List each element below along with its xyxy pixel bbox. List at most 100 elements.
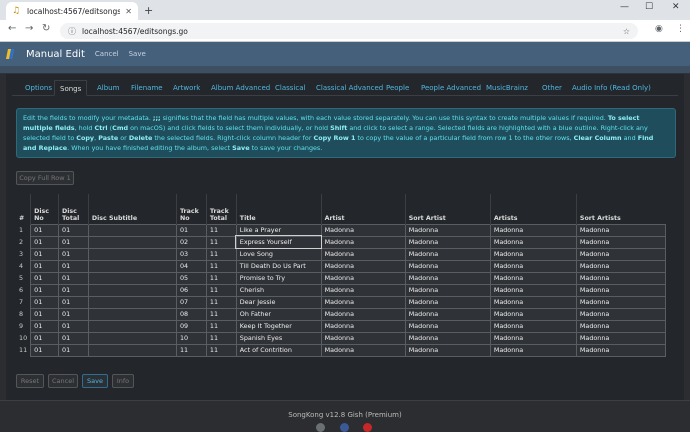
menu-dots-icon[interactable]: ⋮ xyxy=(676,24,685,34)
info-button[interactable]: Info xyxy=(112,374,134,388)
tab-album-advanced[interactable]: Album Advanced xyxy=(206,80,275,96)
title-cell[interactable]: Till Death Do Us Part xyxy=(235,259,322,273)
artists-cell[interactable]: Madonna xyxy=(489,307,577,321)
artist-cell[interactable]: Madonna xyxy=(320,235,406,249)
artists-cell[interactable]: Madonna xyxy=(489,283,577,297)
track-no-cell[interactable]: 08 xyxy=(175,307,207,321)
disc-no-cell[interactable]: 01 xyxy=(30,343,60,357)
track-total-cell[interactable]: 11 xyxy=(205,271,237,285)
artist-cell[interactable]: Madonna xyxy=(320,331,406,345)
track-total-cell[interactable]: 11 xyxy=(205,307,237,321)
col-header-disc-subtitle[interactable]: Disc Subtitle xyxy=(87,194,177,224)
disc-total-cell[interactable]: 01 xyxy=(58,247,89,261)
disc-no-cell[interactable]: 01 xyxy=(30,307,60,321)
disc-no-cell[interactable]: 01 xyxy=(30,223,60,237)
youtube-icon[interactable] xyxy=(363,423,372,432)
new-tab-icon[interactable]: + xyxy=(144,4,153,17)
disc-no-cell[interactable]: 01 xyxy=(30,331,60,345)
track-no-cell[interactable]: 11 xyxy=(175,343,207,357)
profile-icon[interactable]: ◉ xyxy=(655,24,663,34)
tab-classical-advanced[interactable]: Classical Advanced xyxy=(311,80,388,96)
back-icon[interactable]: ← xyxy=(8,23,16,34)
sort-artist-cell[interactable]: Madonna xyxy=(404,223,491,237)
track-no-cell[interactable]: 01 xyxy=(175,223,207,237)
artists-cell[interactable]: Madonna xyxy=(489,295,577,309)
disc-subtitle-cell[interactable] xyxy=(87,283,177,297)
title-cell[interactable]: Love Song xyxy=(235,247,322,261)
tab-musicbrainz[interactable]: MusicBrainz xyxy=(481,80,533,96)
sort-artists-cell[interactable]: Madonna xyxy=(575,259,667,273)
disc-subtitle-cell[interactable] xyxy=(87,331,177,345)
save-button[interactable]: Save xyxy=(82,374,108,388)
disc-total-cell[interactable]: 01 xyxy=(58,307,89,321)
tab-artwork[interactable]: Artwork xyxy=(168,80,205,96)
artists-cell[interactable]: Madonna xyxy=(489,247,577,261)
artist-cell[interactable]: Madonna xyxy=(320,271,406,285)
title-cell[interactable]: Promise to Try xyxy=(235,271,322,285)
tab-audio-info[interactable]: Audio Info (Read Only) xyxy=(567,80,656,96)
disc-total-cell[interactable]: 01 xyxy=(58,271,89,285)
bookmark-star-icon[interactable]: ☆ xyxy=(623,27,630,36)
disc-no-cell[interactable]: 01 xyxy=(30,271,60,285)
discourse-icon[interactable] xyxy=(316,423,325,432)
sort-artists-cell[interactable]: Madonna xyxy=(575,283,667,297)
track-no-cell[interactable]: 10 xyxy=(175,331,207,345)
tab-classical[interactable]: Classical xyxy=(270,80,310,96)
reset-button[interactable]: Reset xyxy=(16,374,44,388)
sort-artist-cell[interactable]: Madonna xyxy=(404,283,491,297)
cancel-button[interactable]: Cancel xyxy=(48,374,78,388)
disc-total-cell[interactable]: 01 xyxy=(58,283,89,297)
tab-songs[interactable]: Songs xyxy=(54,80,88,96)
tab-other[interactable]: Other xyxy=(537,80,567,96)
disc-no-cell[interactable]: 01 xyxy=(30,319,60,333)
track-no-cell[interactable]: 04 xyxy=(175,259,207,273)
maximize-icon[interactable]: ☐ xyxy=(645,2,653,12)
track-total-cell[interactable]: 11 xyxy=(205,319,237,333)
tab-people[interactable]: People xyxy=(381,80,414,96)
sort-artist-cell[interactable]: Madonna xyxy=(404,331,491,345)
sort-artist-cell[interactable]: Madonna xyxy=(404,247,491,261)
col-header-sort-artist[interactable]: Sort Artist xyxy=(404,194,491,224)
browser-tab[interactable]: ♫ localhost:4567/editsongs.go ✕ xyxy=(6,2,138,20)
copy-full-row-button[interactable]: Copy Full Row 1 xyxy=(16,171,74,185)
close-window-icon[interactable]: ✕ xyxy=(672,2,680,12)
forward-icon[interactable]: → xyxy=(25,23,33,34)
disc-subtitle-cell[interactable] xyxy=(87,319,177,333)
track-total-cell[interactable]: 11 xyxy=(205,295,237,309)
disc-no-cell[interactable]: 01 xyxy=(30,283,60,297)
title-cell[interactable]: Spanish Eyes xyxy=(235,331,322,345)
col-header-track-no[interactable]: Track No xyxy=(175,194,207,224)
disc-no-cell[interactable]: 01 xyxy=(30,235,60,249)
col-header-artist[interactable]: Artist xyxy=(320,194,406,224)
disc-subtitle-cell[interactable] xyxy=(87,223,177,237)
artist-cell[interactable]: Madonna xyxy=(320,295,406,309)
disc-subtitle-cell[interactable] xyxy=(87,307,177,321)
disc-subtitle-cell[interactable] xyxy=(87,247,177,261)
disc-subtitle-cell[interactable] xyxy=(87,295,177,309)
artist-cell[interactable]: Madonna xyxy=(320,307,406,321)
track-no-cell[interactable]: 06 xyxy=(175,283,207,297)
artist-cell[interactable]: Madonna xyxy=(320,343,406,357)
tab-options[interactable]: Options xyxy=(20,80,57,96)
sort-artists-cell[interactable]: Madonna xyxy=(575,271,667,285)
sort-artist-cell[interactable]: Madonna xyxy=(404,235,491,249)
facebook-icon[interactable] xyxy=(340,423,349,432)
sort-artist-cell[interactable]: Madonna xyxy=(404,271,491,285)
disc-subtitle-cell[interactable] xyxy=(87,271,177,285)
sort-artists-cell[interactable]: Madonna xyxy=(575,247,667,261)
sort-artists-cell[interactable]: Madonna xyxy=(575,295,667,309)
artists-cell[interactable]: Madonna xyxy=(489,223,577,237)
sort-artist-cell[interactable]: Madonna xyxy=(404,319,491,333)
tab-filename[interactable]: Filename xyxy=(126,80,168,96)
disc-total-cell[interactable]: 01 xyxy=(58,295,89,309)
artists-cell[interactable]: Madonna xyxy=(489,343,577,357)
track-no-cell[interactable]: 05 xyxy=(175,271,207,285)
sort-artist-cell[interactable]: Madonna xyxy=(404,295,491,309)
close-icon[interactable]: ✕ xyxy=(125,7,132,16)
sort-artists-cell[interactable]: Madonna xyxy=(575,331,667,345)
artists-cell[interactable]: Madonna xyxy=(489,235,577,249)
title-cell[interactable]: Act of Contrition xyxy=(235,343,322,357)
artist-cell[interactable]: Madonna xyxy=(320,319,406,333)
track-no-cell[interactable]: 02 xyxy=(175,235,207,249)
track-no-cell[interactable]: 09 xyxy=(175,319,207,333)
